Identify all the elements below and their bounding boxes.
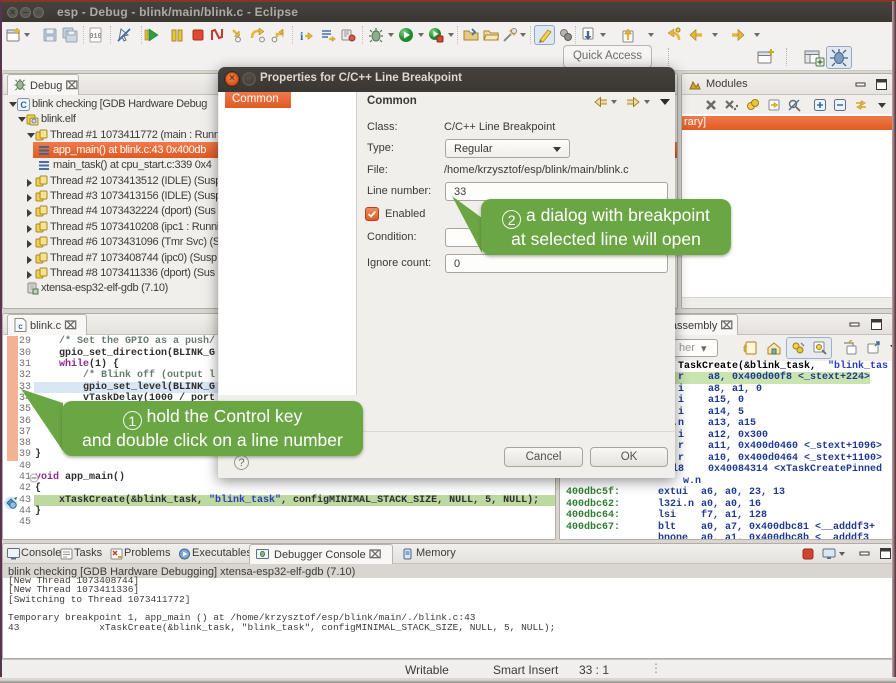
svg-text:i: i [300,29,304,43]
svg-text:c: c [18,323,23,332]
svg-text:C: C [20,100,27,110]
svg-text:010: 010 [89,33,102,41]
